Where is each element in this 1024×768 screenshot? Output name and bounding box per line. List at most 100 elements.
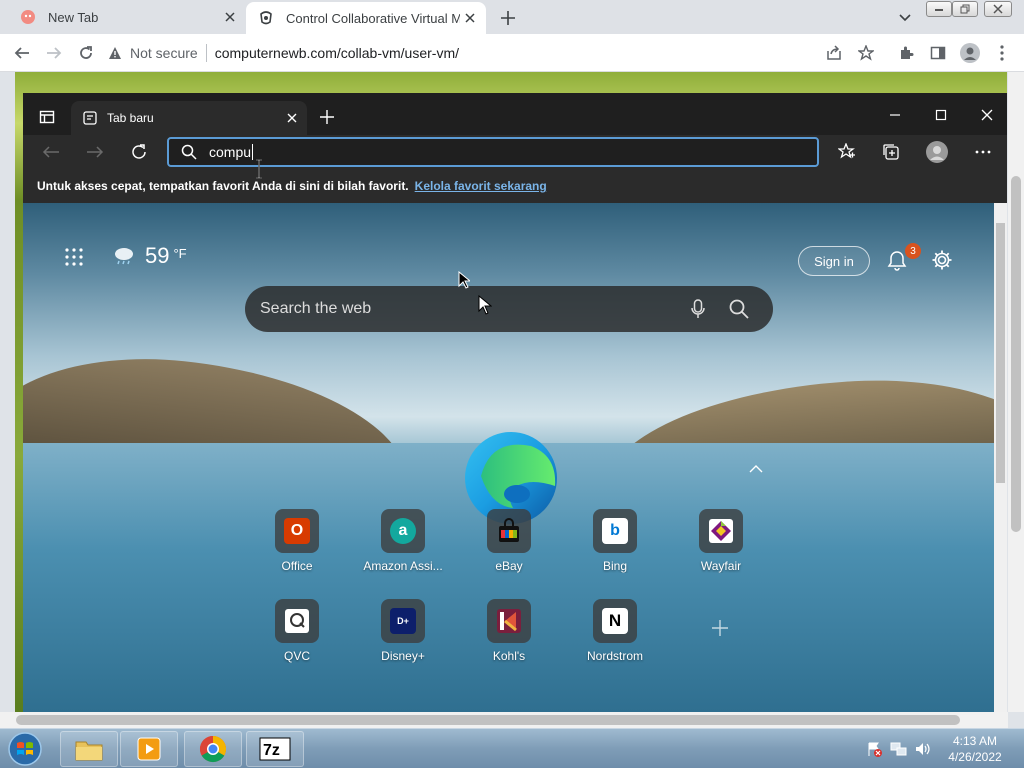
side-panel-icon[interactable] (926, 41, 950, 65)
omnibox-separator (205, 44, 207, 62)
page-horizontal-scrollbar[interactable] (0, 712, 1008, 728)
manage-favorites-link[interactable]: Kelola favorit sekarang (415, 179, 547, 193)
amazon-assistant-icon: a (381, 509, 425, 553)
search-icon (181, 144, 197, 160)
new-tab-page-icon (83, 111, 97, 125)
forward-arrow-icon[interactable] (81, 138, 109, 166)
edge-browser-window: Tab baru compu Untuk akses cepat, tempat… (23, 93, 1007, 712)
settings-more-icon[interactable] (969, 138, 997, 166)
ebay-icon (487, 509, 531, 553)
disney-plus-icon: D+ (381, 599, 425, 643)
quick-link-tile[interactable]: eBay (465, 509, 553, 573)
chrome-taskbar-icon[interactable] (184, 731, 242, 767)
collapse-chevron-up-icon[interactable] (749, 465, 763, 473)
bookmark-star-icon[interactable] (854, 41, 878, 65)
close-window-icon[interactable] (973, 101, 1001, 129)
quick-link-tile[interactable]: Wayfair (677, 509, 765, 573)
new-tab-plus-icon[interactable] (313, 103, 341, 131)
close-window-icon[interactable] (984, 1, 1012, 17)
network-icon[interactable] (890, 741, 908, 757)
media-player-taskbar-icon[interactable] (120, 731, 178, 767)
forward-arrow-icon[interactable] (42, 41, 66, 65)
quick-link-tile[interactable]: Kohl's (465, 599, 553, 663)
chrome-tab-new-tab[interactable]: New Tab (8, 0, 246, 34)
search-icon[interactable] (729, 299, 749, 319)
nordstrom-icon: N (593, 599, 637, 643)
tile-label: Disney+ (381, 649, 425, 663)
notification-count-badge: 3 (905, 243, 921, 259)
edge-favorites-bar: Untuk akses cepat, tempatkan favorit And… (23, 169, 1007, 203)
warning-triangle-icon[interactable] (108, 46, 122, 60)
chrome-omnibox[interactable]: Not secure computernewb.com/collab-vm/us… (108, 38, 884, 68)
share-icon[interactable] (822, 41, 846, 65)
minimize-window-icon[interactable] (881, 101, 909, 129)
restore-window-icon[interactable] (952, 1, 978, 17)
action-center-flag-icon[interactable] (866, 741, 882, 757)
favorites-star-icon[interactable] (833, 138, 861, 166)
start-orb-icon[interactable] (6, 731, 44, 767)
clock-date: 4/26/2022 (948, 750, 1002, 764)
edge-tab-new[interactable]: Tab baru (71, 101, 307, 135)
web-search-box[interactable]: Search the web (245, 286, 773, 332)
notifications-bell-icon[interactable] (887, 250, 907, 272)
weather-temperature: 59 (145, 243, 170, 268)
chrome-tab-collabvm[interactable]: Control Collaborative Virtual Ma (246, 2, 486, 34)
new-tab-page: 59 °F Sign in 3 Search the web O Office … (23, 203, 994, 712)
text-cursor-ibeam-icon (254, 159, 264, 179)
quick-link-tile[interactable]: a Amazon Assi... (359, 509, 447, 573)
mouse-pointer-icon (458, 271, 470, 289)
edge-address-bar[interactable]: compu (167, 137, 819, 167)
address-input-value[interactable]: compu (209, 144, 251, 160)
close-tab-icon[interactable] (460, 8, 480, 28)
security-status-label[interactable]: Not secure (130, 45, 198, 61)
rain-cloud-icon (113, 246, 135, 266)
tab-title: New Tab (48, 9, 99, 25)
back-arrow-icon[interactable] (37, 138, 65, 166)
quick-link-tile[interactable]: N Nordstrom (571, 599, 659, 663)
svg-text:7z: 7z (263, 742, 280, 759)
extensions-puzzle-icon[interactable] (894, 41, 918, 65)
maximize-window-icon[interactable] (927, 101, 955, 129)
system-clock[interactable]: 4:13 AM 4/26/2022 (940, 733, 1010, 765)
url-text[interactable]: computernewb.com/collab-vm/user-vm/ (215, 45, 459, 61)
add-shortcut-plus-icon[interactable] (712, 620, 728, 636)
app-launcher-grid-icon[interactable] (65, 248, 83, 266)
file-explorer-taskbar-icon[interactable] (60, 731, 118, 767)
quick-link-tile[interactable]: QVC (253, 599, 341, 663)
collabvm-favicon-icon (258, 10, 274, 26)
7zip-taskbar-icon[interactable]: 7z (246, 731, 304, 767)
minimize-window-icon[interactable] (926, 1, 952, 17)
new-tab-plus-icon[interactable] (496, 6, 520, 30)
reload-icon[interactable] (74, 41, 98, 65)
quick-link-tile[interactable]: D+ Disney+ (359, 599, 447, 663)
reload-icon[interactable] (125, 138, 153, 166)
profile-avatar-icon[interactable] (958, 41, 982, 65)
quick-link-tile[interactable]: b Bing (571, 509, 659, 573)
microphone-icon[interactable] (691, 299, 705, 319)
office-icon: O (275, 509, 319, 553)
tab-actions-icon[interactable] (33, 103, 61, 131)
page-vertical-scrollbar[interactable] (1008, 72, 1024, 712)
tab-title: Control Collaborative Virtual Ma (286, 10, 460, 26)
profile-avatar-icon[interactable] (923, 138, 951, 166)
tile-label: Bing (602, 559, 628, 573)
sign-in-button[interactable]: Sign in (798, 246, 870, 276)
tab-search-chevron-icon[interactable] (894, 6, 916, 28)
search-input-placeholder[interactable]: Search the web (260, 300, 691, 318)
quick-link-tile[interactable]: O Office (253, 509, 341, 573)
new-tab-favicon-icon (20, 9, 36, 25)
ntp-vertical-scrollbar[interactable] (994, 203, 1007, 712)
mouse-pointer-icon (478, 295, 492, 315)
volume-speaker-icon[interactable] (914, 741, 932, 757)
tile-label: Nordstrom (586, 649, 643, 663)
back-arrow-icon[interactable] (10, 41, 34, 65)
page-settings-gear-icon[interactable] (931, 249, 953, 271)
weather-widget[interactable]: 59 °F (113, 243, 187, 269)
collections-icon[interactable] (877, 138, 905, 166)
tile-label: Amazon Assi... (363, 559, 443, 573)
tile-label: Wayfair (700, 559, 742, 573)
chrome-menu-kebab-icon[interactable] (990, 41, 1014, 65)
close-tab-icon[interactable] (220, 7, 240, 27)
close-tab-icon[interactable] (287, 113, 297, 123)
weather-unit: °F (173, 245, 187, 261)
